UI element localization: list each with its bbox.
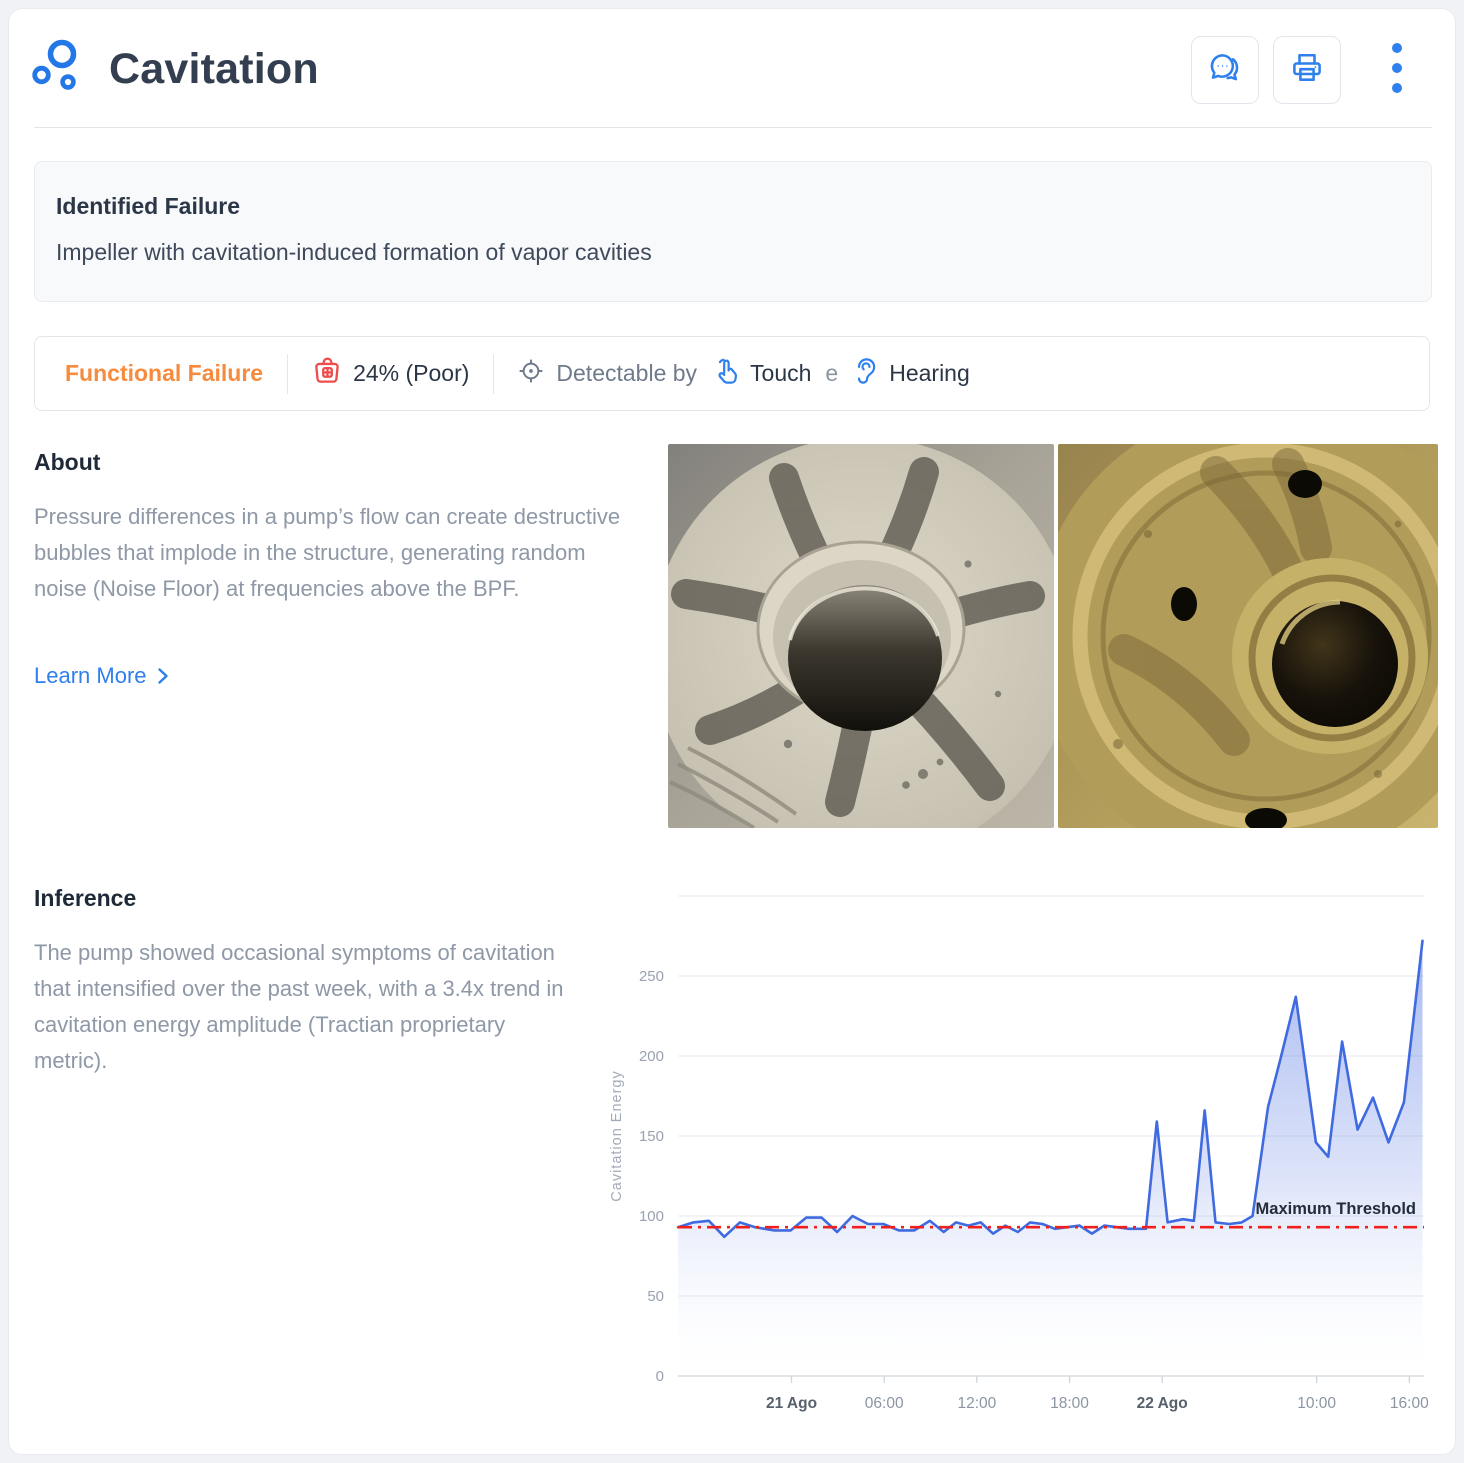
chat-button[interactable] xyxy=(1191,36,1259,104)
status-divider xyxy=(493,353,495,394)
svg-text:Cavitation Energy: Cavitation Energy xyxy=(609,1070,625,1201)
status-divider xyxy=(287,353,289,394)
svg-text:200: 200 xyxy=(639,1048,664,1065)
impeller-photo-left xyxy=(668,444,1054,828)
detect-method-touch: Touch xyxy=(750,360,812,386)
svg-text:150: 150 xyxy=(639,1128,664,1145)
conjunction: e xyxy=(825,360,839,386)
failure-type-badge: Functional Failure xyxy=(65,360,264,386)
detect-method-hearing: Hearing xyxy=(889,360,970,386)
chevron-right-icon xyxy=(157,668,168,684)
learn-more-link[interactable]: Learn More xyxy=(34,663,169,689)
kebab-menu-icon xyxy=(1391,40,1403,99)
svg-text:10:00: 10:00 xyxy=(1297,1395,1336,1412)
chart-series-area xyxy=(676,939,1424,1376)
failure-status-bar: Functional Failure 24% (Poor) Detectable… xyxy=(34,336,1430,411)
svg-text:22 Ago: 22 Ago xyxy=(1137,1395,1188,1412)
ear-icon xyxy=(852,357,880,390)
detectable-group: Detectable by Touch e Hearing xyxy=(518,357,970,390)
svg-text:50: 50 xyxy=(647,1288,664,1305)
health-status: 24% (Poor) xyxy=(312,356,469,391)
svg-text:Maximum Threshold: Maximum Threshold xyxy=(1256,1200,1416,1218)
svg-text:0: 0 xyxy=(656,1368,664,1385)
about-heading: About xyxy=(34,449,101,475)
svg-text:16:00: 16:00 xyxy=(1390,1395,1429,1412)
printer-icon xyxy=(1289,50,1325,91)
identified-failure-title: Identified Failure xyxy=(56,193,241,219)
svg-text:21 Ago: 21 Ago xyxy=(766,1395,817,1412)
print-button[interactable] xyxy=(1273,36,1341,104)
about-paragraph: Pressure differences in a pump’s flow ca… xyxy=(34,504,621,601)
health-value: 24% (Poor) xyxy=(353,360,470,386)
page-title: Cavitation xyxy=(109,45,319,93)
crosshair-icon xyxy=(518,358,544,389)
inference-heading: Inference xyxy=(34,885,137,911)
svg-text:100: 100 xyxy=(639,1208,664,1225)
chat-icon xyxy=(1207,50,1243,91)
cavitation-bubbles-logo-icon xyxy=(31,36,89,94)
impeller-photo-right xyxy=(1058,444,1438,828)
svg-text:18:00: 18:00 xyxy=(1050,1395,1089,1412)
more-options-button[interactable] xyxy=(1373,36,1421,102)
svg-text:06:00: 06:00 xyxy=(865,1395,904,1412)
detectable-by-label: Detectable by xyxy=(556,360,698,386)
svg-text:250: 250 xyxy=(639,968,664,985)
cavitation-energy-chart: Maximum Threshold 0 50 100 150 200 250 Cavitat… xyxy=(561,891,1455,1437)
learn-more-label: Learn More xyxy=(34,663,147,688)
first-aid-icon xyxy=(312,356,343,391)
header-divider xyxy=(34,127,1432,128)
identified-failure-description: Impeller with cavitation-induced formati… xyxy=(56,239,652,265)
identified-failure-box xyxy=(34,161,1432,302)
touch-icon xyxy=(713,357,741,390)
svg-text:12:00: 12:00 xyxy=(957,1395,996,1412)
inference-paragraph: The pump showed occasional symptoms of c… xyxy=(34,940,564,1073)
cavitation-report-card: Cavitation Identified Failure Impeller w… xyxy=(8,8,1456,1455)
